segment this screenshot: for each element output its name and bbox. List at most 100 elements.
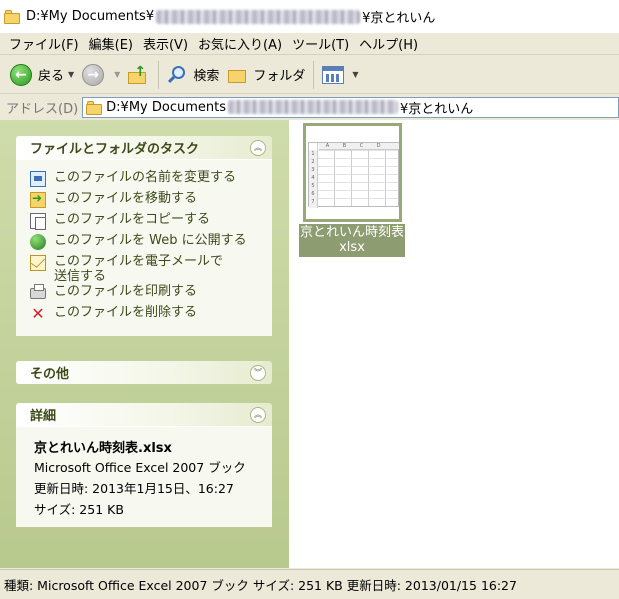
panel-title: 詳細 (30, 409, 57, 424)
menu-bar: ファイル(F) 編集(E) 表示(V) お気に入り(A) ツール(T) ヘルプ(… (0, 33, 619, 55)
details-panel: 詳細 ︽ 京とれいん時刻表.xlsx Microsoft Office Exce… (16, 403, 272, 527)
sheet-row-label: 6 (311, 191, 315, 197)
panel-header[interactable]: 詳細 ︽ (16, 403, 272, 426)
search-icon (167, 65, 187, 85)
chevron-down-icon[interactable]: ▼ (68, 70, 74, 79)
panel-body: このファイルの名前を変更する このファイルを移動する このファイルをコピーする … (16, 159, 272, 336)
detail-modified: 更新日時: 2013年1月15日、16:27 (34, 481, 234, 496)
address-path-suffix: ¥京とれいん (399, 101, 474, 117)
title-bar: D:¥My Documents¥ ¥京とれいん (0, 0, 619, 33)
panel-header[interactable]: その他 ︾ (16, 361, 272, 384)
collapse-icon[interactable]: ︽ (250, 406, 266, 423)
up-folder-button[interactable]: ↑ (124, 59, 154, 91)
task-web-publish[interactable]: このファイルを Web に公開する (30, 233, 264, 254)
sheet-column-headers: A B C D (319, 143, 399, 150)
web-publish-icon (30, 234, 46, 250)
file-name-line: 京とれいん時刻表 (299, 225, 404, 240)
detail-size: サイズ: 251 KB (34, 502, 124, 517)
task-label: このファイルを印刷する (54, 284, 198, 299)
spreadsheet-preview: A B C D 1 2 3 4 5 6 7 (308, 142, 399, 208)
task-label: このファイルを Web に公開する (54, 233, 247, 248)
sheet-row-label: 7 (311, 199, 315, 205)
search-button[interactable]: 検索 (163, 59, 223, 91)
panel-title: ファイルとフォルダのタスク (30, 142, 200, 157)
status-bar: 種類: Microsoft Office Excel 2007 ブック サイズ:… (0, 569, 619, 599)
sheet-row-label: 2 (311, 159, 315, 165)
menu-edit[interactable]: 編集(E) (84, 34, 138, 53)
folders-button[interactable]: フォルダ (223, 59, 309, 91)
task-rename[interactable]: このファイルの名前を変更する (30, 170, 264, 191)
task-pane: ファイルとフォルダのタスク ︽ このファイルの名前を変更する このファイルを移動… (0, 120, 289, 568)
sheet-col-label: B (342, 143, 347, 149)
task-move[interactable]: このファイルを移動する (30, 191, 264, 212)
chevron-down-icon[interactable]: ▼ (114, 70, 120, 79)
sheet-row-label: 1 (311, 151, 315, 157)
collapse-icon[interactable]: ︽ (250, 139, 266, 156)
menu-favorites[interactable]: お気に入り(A) (193, 34, 287, 53)
menu-view[interactable]: 表示(V) (138, 34, 193, 53)
task-email[interactable]: このファイルを電子メールで送信する (30, 254, 230, 284)
delete-icon: ✕ (31, 304, 45, 323)
sheet-row-label: 4 (311, 175, 315, 181)
menu-file[interactable]: ファイル(F) (4, 34, 84, 53)
forward-button[interactable]: → ▼ (78, 59, 124, 91)
task-label: このファイルをコピーする (54, 212, 211, 227)
window-title: D:¥My Documents¥ ¥京とれいん (26, 7, 435, 26)
toolbar: ← 戻る ▼ → ▼ ↑ 検索 フォルダ ▼ (0, 56, 619, 94)
address-path-prefix: D:¥My Documents (106, 99, 226, 115)
rename-icon (30, 171, 46, 187)
folders-label: フォルダ (253, 69, 306, 84)
task-label: このファイルを削除する (54, 305, 198, 320)
email-icon (30, 255, 46, 271)
panel-header[interactable]: ファイルとフォルダのタスク ︽ (16, 136, 272, 159)
sheet-row-label: 3 (311, 167, 315, 173)
search-label: 検索 (193, 69, 220, 84)
sheet-col-label: D (376, 143, 381, 149)
detail-file-name: 京とれいん時刻表.xlsx (34, 441, 172, 456)
panel-body: 京とれいん時刻表.xlsx Microsoft Office Excel 200… (16, 426, 272, 527)
file-name-label[interactable]: 京とれいん時刻表 xlsx (299, 224, 405, 257)
other-places-panel: その他 ︾ (16, 361, 272, 384)
address-bar: アドレス(D) D:¥My Documents ¥京とれいん (0, 95, 619, 119)
forward-arrow-icon: → (82, 63, 105, 86)
sheet-col-label: C (359, 143, 364, 149)
back-button[interactable]: ← 戻る ▼ (6, 59, 78, 91)
chevron-down-icon[interactable]: ▼ (352, 70, 358, 79)
address-label: アドレス(D) (6, 101, 79, 117)
task-label: このファイルを移動する (54, 191, 198, 206)
toolbar-separator (158, 60, 160, 89)
print-icon (30, 284, 46, 299)
menu-tools[interactable]: ツール(T) (287, 34, 354, 53)
folder-icon (86, 100, 103, 115)
toolbar-separator (313, 60, 315, 89)
menu-help[interactable]: ヘルプ(H) (354, 34, 423, 53)
file-folder-tasks-panel: ファイルとフォルダのタスク ︽ このファイルの名前を変更する このファイルを移動… (16, 136, 272, 336)
file-extension-line: xlsx (339, 240, 365, 255)
task-copy[interactable]: このファイルをコピーする (30, 212, 264, 233)
file-list-view[interactable]: A B C D 1 2 3 4 5 6 7 京とれいん時刻表 xlsx (289, 120, 619, 568)
back-label: 戻る (38, 69, 65, 84)
excel-thumbnail: A B C D 1 2 3 4 5 6 7 (303, 123, 402, 222)
task-delete[interactable]: ✕ このファイルを削除する (30, 305, 264, 326)
address-input[interactable]: D:¥My Documents ¥京とれいん (82, 96, 619, 118)
title-suffix: ¥京とれいん (362, 11, 436, 26)
redacted-path-segment (156, 9, 361, 24)
sheet-row-headers: 1 2 3 4 5 6 7 (309, 150, 318, 208)
task-print[interactable]: このファイルを印刷する (30, 284, 264, 305)
copy-icon (30, 213, 46, 230)
views-button[interactable]: ▼ (318, 59, 362, 91)
views-icon (322, 65, 345, 84)
detail-file-type: Microsoft Office Excel 2007 ブック (34, 460, 246, 475)
folder-icon (4, 9, 20, 24)
up-folder-icon: ↑ (128, 65, 148, 85)
expand-icon[interactable]: ︾ (250, 364, 266, 381)
move-icon (30, 191, 46, 208)
file-item[interactable]: A B C D 1 2 3 4 5 6 7 京とれいん時刻表 xlsx (299, 123, 405, 257)
redacted-path-segment (227, 100, 398, 114)
status-text: 種類: Microsoft Office Excel 2007 ブック サイズ:… (4, 578, 517, 593)
task-label: このファイルを電子メールで送信する (54, 254, 224, 284)
back-arrow-icon: ← (10, 63, 32, 86)
title-prefix: D:¥My Documents¥ (26, 9, 155, 24)
panel-title: その他 (30, 367, 70, 382)
task-label: このファイルの名前を変更する (54, 170, 237, 185)
